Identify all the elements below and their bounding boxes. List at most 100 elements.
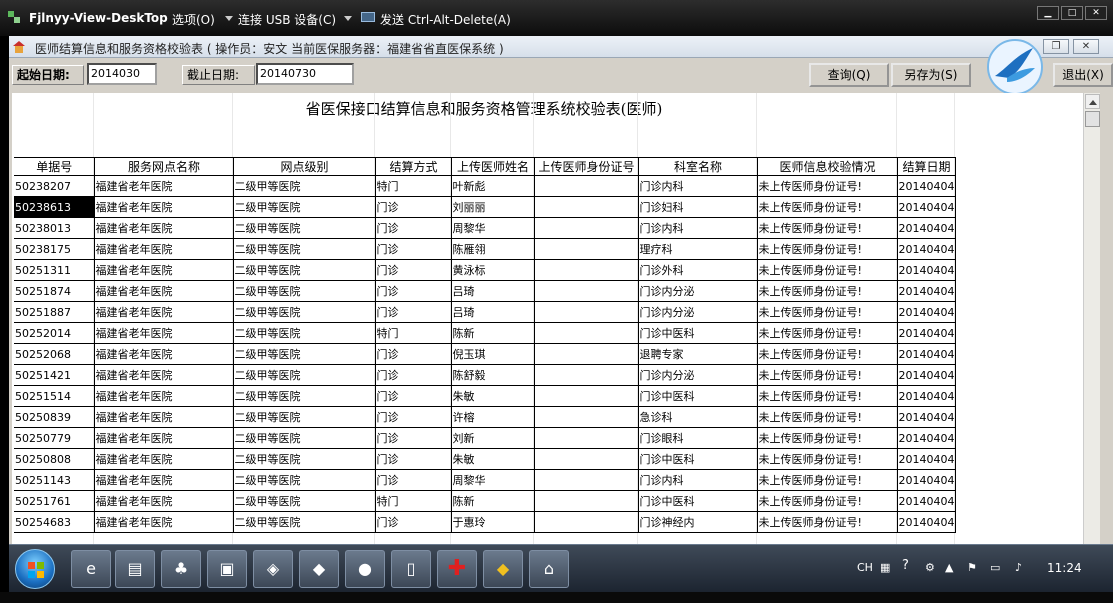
table-cell[interactable]: 50250808 (14, 448, 95, 470)
table-cell[interactable]: 刘新 (451, 427, 535, 449)
table-cell[interactable]: 陈舒毅 (451, 364, 535, 386)
table-cell[interactable]: 二级甲等医院 (233, 385, 376, 407)
table-cell[interactable]: 门诊 (375, 427, 452, 449)
table-cell[interactable]: 50251311 (14, 259, 95, 281)
table-cell[interactable]: 未上传医师身份证号! (757, 217, 898, 239)
table-cell[interactable]: 二级甲等医院 (233, 406, 376, 428)
table-cell[interactable]: 20140404 (897, 385, 956, 407)
table-cell[interactable]: 二级甲等医院 (233, 259, 376, 281)
table-cell[interactable]: 20140404 (897, 427, 956, 449)
table-cell[interactable]: 门诊 (375, 217, 452, 239)
table-cell[interactable]: 门诊内科 (638, 469, 758, 491)
table-cell[interactable]: 福建省老年医院 (94, 448, 234, 470)
table-row[interactable]: 50254683 福建省老年医院 二级甲等医院 门诊 于惠玲 门诊神经内 未上传医师身份证号… (14, 511, 956, 533)
menu-options[interactable]: 选项(O) (172, 11, 215, 28)
table-cell[interactable]: 刘丽丽 (451, 196, 535, 218)
table-row[interactable]: 50238175 福建省老年医院 二级甲等医院 门诊 陈雁翎 理疗科 未上传医师身份证号! 2… (14, 238, 956, 260)
table-cell[interactable]: 福建省老年医院 (94, 196, 234, 218)
table-cell[interactable]: 50252014 (14, 322, 95, 344)
table-cell[interactable]: 50251887 (14, 301, 95, 323)
end-date-input[interactable]: 20140730 (256, 63, 354, 85)
table-cell[interactable] (534, 217, 639, 239)
table-row[interactable]: 50250808 福建省老年医院 二级甲等医院 门诊 朱敏 门诊中医科 未上传医师身份证号!… (14, 448, 956, 470)
table-row[interactable]: 50251143 福建省老年医院 二级甲等医院 门诊 周黎华 门诊内科 未上传医师身份证号!… (14, 469, 956, 491)
column-header[interactable]: 科室名称 (638, 157, 758, 176)
table-cell[interactable]: 福建省老年医院 (94, 343, 234, 365)
table-cell[interactable]: 门诊外科 (638, 259, 758, 281)
table-cell[interactable]: 门诊神经内 (638, 511, 758, 533)
table-cell[interactable]: 50254683 (14, 511, 95, 533)
column-header[interactable]: 结算日期 (897, 157, 956, 176)
table-cell[interactable]: 门诊 (375, 280, 452, 302)
table-cell[interactable]: 二级甲等医院 (233, 175, 376, 197)
table-cell[interactable]: 急诊科 (638, 406, 758, 428)
table-cell[interactable]: 理疗科 (638, 238, 758, 260)
table-cell[interactable]: 门诊 (375, 343, 452, 365)
table-row[interactable]: 50252068 福建省老年医院 二级甲等医院 门诊 倪玉琪 退聘专家 未上传医师身份证号!… (14, 343, 956, 365)
table-cell[interactable]: 门诊内分泌 (638, 301, 758, 323)
table-cell[interactable] (534, 322, 639, 344)
table-row[interactable]: 50251761 福建省老年医院 二级甲等医院 特门 陈新 门诊中医科 未上传医师身份证号!… (14, 490, 956, 512)
table-cell[interactable]: 未上传医师身份证号! (757, 511, 898, 533)
table-cell[interactable]: 叶新彪 (451, 175, 535, 197)
language-indicator[interactable]: CH (857, 561, 873, 574)
table-cell[interactable]: 20140404 (897, 175, 956, 197)
keyboard-icon[interactable]: ▦ (880, 561, 890, 574)
table-row[interactable]: 50251887 福建省老年医院 二级甲等医院 门诊 吕琦 门诊内分泌 未上传医师身份证号!… (14, 301, 956, 323)
table-cell[interactable]: 陈新 (451, 490, 535, 512)
table-cell[interactable]: 未上传医师身份证号! (757, 364, 898, 386)
table-row[interactable]: 50250779 福建省老年医院 二级甲等医院 门诊 刘新 门诊眼科 未上传医师身份证号! 2… (14, 427, 956, 449)
settings-icon[interactable]: ⚙ (925, 561, 935, 574)
app-close-button[interactable]: ✕ (1073, 39, 1099, 54)
table-cell[interactable]: 20140404 (897, 280, 956, 302)
table-cell[interactable]: 未上传医师身份证号! (757, 385, 898, 407)
table-cell[interactable]: 未上传医师身份证号! (757, 490, 898, 512)
table-cell[interactable]: 于惠玲 (451, 511, 535, 533)
table-cell[interactable]: 福建省老年医院 (94, 385, 234, 407)
column-header[interactable]: 上传医师身份证号 (534, 157, 639, 176)
table-cell[interactable] (534, 448, 639, 470)
table-cell[interactable]: 黄泳标 (451, 259, 535, 281)
menu-usb[interactable]: 连接 USB 设备(C) (238, 11, 336, 28)
flag-icon[interactable]: ⚑ (967, 561, 977, 574)
table-cell[interactable] (534, 301, 639, 323)
clock[interactable]: 11:24 (1047, 561, 1082, 575)
table-cell[interactable] (534, 385, 639, 407)
table-cell[interactable]: 20140404 (897, 364, 956, 386)
help-icon[interactable]: ? (902, 558, 909, 573)
table-cell[interactable] (534, 406, 639, 428)
table-cell[interactable]: 50250779 (14, 427, 95, 449)
table-cell[interactable]: 福建省老年医院 (94, 406, 234, 428)
table-cell[interactable]: 二级甲等医院 (233, 280, 376, 302)
volume-icon[interactable]: ♪ (1015, 561, 1022, 574)
table-cell[interactable]: 门诊内分泌 (638, 364, 758, 386)
table-cell[interactable]: 未上传医师身份证号! (757, 175, 898, 197)
table-cell[interactable]: 20140404 (897, 259, 956, 281)
query-button[interactable]: 查询(Q) (809, 63, 889, 87)
column-header[interactable]: 网点级别 (233, 157, 376, 176)
table-cell[interactable]: 50251514 (14, 385, 95, 407)
table-row[interactable]: 50238207 福建省老年医院 二级甲等医院 特门 叶新彪 门诊内科 未上传医师身份证号!… (14, 175, 956, 197)
table-cell[interactable] (534, 238, 639, 260)
table-cell[interactable]: 未上传医师身份证号! (757, 406, 898, 428)
table-cell[interactable]: 福建省老年医院 (94, 427, 234, 449)
table-cell[interactable]: 未上传医师身份证号! (757, 238, 898, 260)
table-cell[interactable]: 门诊中医科 (638, 490, 758, 512)
exit-button[interactable]: 退出(X) (1053, 63, 1113, 87)
save-as-button[interactable]: 另存为(S) (891, 63, 971, 87)
table-cell[interactable]: 未上传医师身份证号! (757, 196, 898, 218)
table-cell[interactable]: 门诊 (375, 364, 452, 386)
table-cell[interactable]: 吕琦 (451, 280, 535, 302)
table-cell[interactable]: 门诊内分泌 (638, 280, 758, 302)
table-cell[interactable]: 门诊 (375, 448, 452, 470)
table-cell[interactable]: 20140404 (897, 196, 956, 218)
start-button[interactable] (15, 549, 55, 589)
table-cell[interactable]: 20140404 (897, 406, 956, 428)
table-cell[interactable]: 福建省老年医院 (94, 280, 234, 302)
table-cell[interactable] (534, 196, 639, 218)
column-header[interactable]: 单据号 (14, 157, 95, 176)
table-cell[interactable]: 福建省老年医院 (94, 511, 234, 533)
table-cell[interactable] (534, 427, 639, 449)
table-cell[interactable]: 倪玉琪 (451, 343, 535, 365)
table-cell[interactable]: 二级甲等医院 (233, 343, 376, 365)
